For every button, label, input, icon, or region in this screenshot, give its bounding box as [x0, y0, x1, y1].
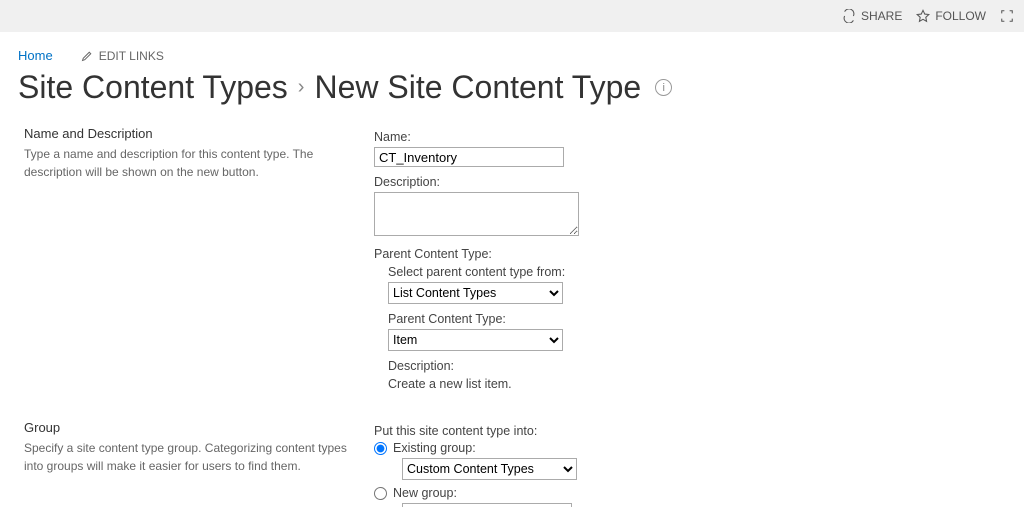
breadcrumb-root[interactable]: Site Content Types [18, 69, 288, 106]
description-label: Description: [374, 175, 1006, 189]
section-heading-name: Name and Description [24, 126, 354, 141]
parent-from-label: Select parent content type from: [388, 265, 1006, 279]
share-button[interactable]: SHARE [842, 9, 902, 23]
parent-from-select[interactable]: List Content Types [388, 282, 563, 304]
existing-group-select[interactable]: Custom Content Types [402, 458, 577, 480]
description-textarea[interactable] [374, 192, 579, 236]
section-heading-group: Group [24, 420, 354, 435]
name-input[interactable] [374, 147, 564, 167]
edit-links-label: EDIT LINKS [99, 49, 164, 63]
suite-bar: SHARE FOLLOW [0, 0, 1024, 32]
chevron-right-icon: › [298, 76, 305, 99]
follow-button[interactable]: FOLLOW [916, 9, 986, 23]
new-group-input[interactable] [402, 503, 572, 507]
focus-content-button[interactable] [1000, 9, 1014, 23]
name-label: Name: [374, 130, 1006, 144]
section-desc-name: Type a name and description for this con… [24, 145, 354, 181]
parent-desc-value: Create a new list item. [388, 377, 1006, 391]
new-group-label: New group: [393, 486, 457, 500]
top-nav: Home EDIT LINKS [0, 32, 1024, 69]
info-icon[interactable]: i [655, 79, 672, 96]
pencil-icon [81, 50, 93, 62]
parent-type-label: Parent Content Type: [388, 312, 1006, 326]
parent-type-select[interactable]: Item [388, 329, 563, 351]
parent-desc-label: Description: [388, 359, 1006, 373]
edit-links-button[interactable]: EDIT LINKS [81, 49, 164, 63]
expand-icon [1000, 9, 1014, 23]
star-icon [916, 9, 930, 23]
breadcrumb-current: New Site Content Type [314, 69, 641, 106]
existing-group-radio[interactable] [374, 442, 387, 455]
parent-heading: Parent Content Type: [374, 247, 1006, 261]
share-icon [842, 9, 856, 23]
nav-home-link[interactable]: Home [18, 48, 53, 63]
page-title: Site Content Types › New Site Content Ty… [0, 69, 1024, 120]
share-label: SHARE [861, 9, 902, 23]
follow-label: FOLLOW [935, 9, 986, 23]
existing-group-label: Existing group: [393, 441, 476, 455]
section-desc-group: Specify a site content type group. Categ… [24, 439, 354, 475]
new-group-radio[interactable] [374, 487, 387, 500]
put-into-label: Put this site content type into: [374, 424, 1006, 438]
